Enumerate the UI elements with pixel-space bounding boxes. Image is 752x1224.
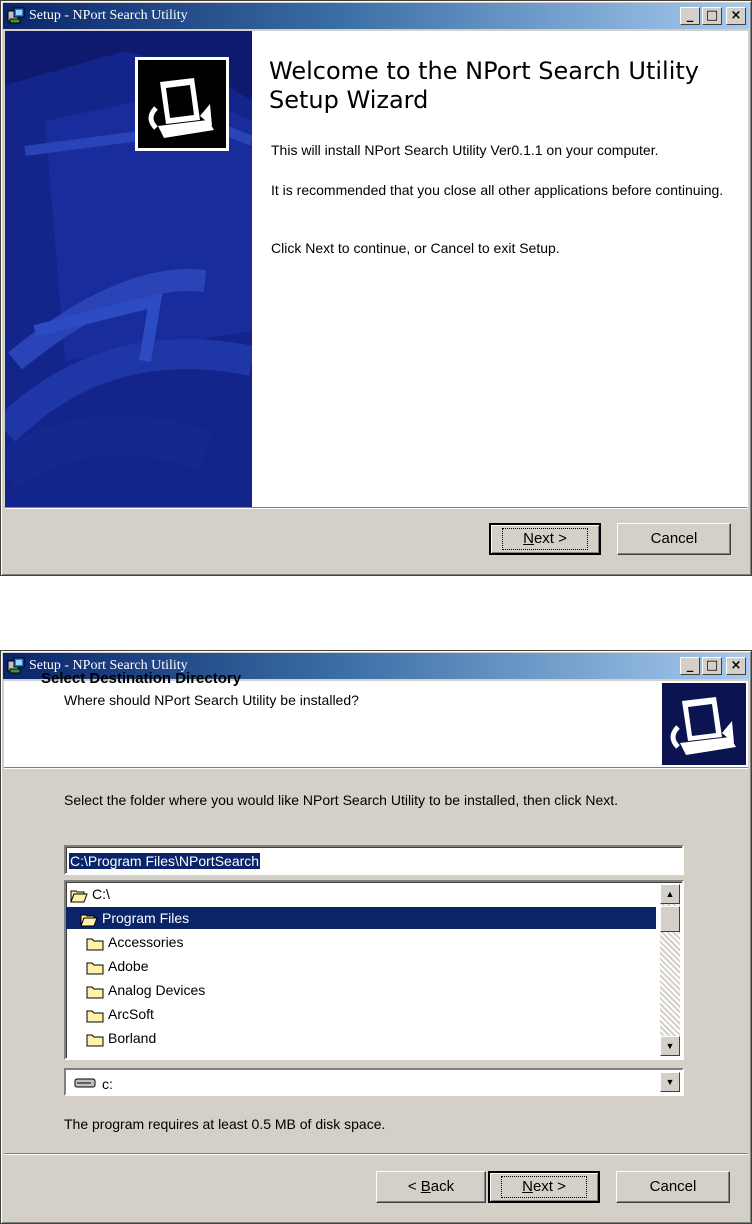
maximize-icon[interactable]: □ [702, 657, 722, 675]
disk-space-text: The program requires at least 0.5 MB of … [64, 1116, 386, 1132]
next-button[interactable]: Next > [488, 1171, 600, 1203]
folder-label: Adobe [108, 958, 149, 974]
folder-icon [86, 935, 104, 951]
vertical-scrollbar[interactable]: ▲ ▼ [660, 884, 680, 1056]
folder-icon [86, 1055, 104, 1058]
divider [4, 767, 748, 769]
folder-icon [86, 959, 104, 975]
list-item[interactable]: Adobe [86, 955, 148, 977]
next-button[interactable]: Next > [489, 523, 601, 555]
drive-label: c: [102, 1076, 113, 1092]
drive-icon [74, 1076, 96, 1092]
close-icon[interactable]: × [726, 7, 746, 25]
divider [4, 1153, 748, 1155]
cancel-button[interactable]: Cancel [616, 1171, 730, 1203]
setup-logo-icon [135, 57, 229, 151]
divider [5, 507, 747, 509]
page-title: Select Destination Directory [41, 670, 242, 687]
title-bar[interactable]: Setup - NPort Search Utility _ □ × [3, 3, 749, 29]
list-item-partial [86, 1051, 108, 1058]
folder-tree-list[interactable]: C:\ Program Files Accessories Adobe Anal… [64, 880, 684, 1060]
cancel-button[interactable]: Cancel [617, 523, 731, 555]
minimize-icon[interactable]: _ [680, 657, 700, 675]
folder-label: ArcSoft [108, 1006, 154, 1022]
list-item[interactable]: C:\ [70, 883, 110, 905]
list-item[interactable]: Borland [86, 1027, 156, 1049]
folder-icon [86, 983, 104, 999]
instruction-text: Select the folder where you would like N… [64, 792, 619, 808]
folder-label: Program Files [102, 910, 190, 926]
list-item-selected[interactable]: Program Files [66, 907, 656, 929]
folder-label: Accessories [108, 934, 184, 950]
scrollbar-thumb[interactable] [660, 906, 680, 932]
folder-label: Analog Devices [108, 982, 206, 998]
scroll-up-icon[interactable]: ▲ [660, 884, 680, 904]
folder-icon [86, 1007, 104, 1023]
continue-text: Click Next to continue, or Cancel to exi… [271, 240, 560, 256]
setup-app-icon [7, 657, 25, 675]
path-value: C:\Program Files\NPortSearch [69, 853, 261, 869]
destination-path-input[interactable]: C:\Program Files\NPortSearch [64, 845, 684, 875]
dropdown-arrow-icon[interactable]: ▼ [660, 1072, 680, 1092]
wizard-side-graphic [5, 31, 252, 507]
setup-logo-icon [662, 683, 746, 765]
drive-select[interactable]: c: ▼ [64, 1068, 684, 1096]
window-title: Setup - NPort Search Utility [29, 8, 188, 23]
welcome-heading: Welcome to the NPort Search Utility Setu… [269, 57, 699, 114]
list-item[interactable]: ArcSoft [86, 1003, 154, 1025]
open-folder-icon [70, 887, 88, 903]
setup-app-icon [7, 7, 25, 25]
close-apps-text: It is recommended that you close all oth… [271, 182, 724, 198]
install-info-text: This will install NPort Search Utility V… [271, 142, 659, 158]
open-folder-icon [80, 911, 98, 927]
minimize-icon[interactable]: _ [680, 7, 700, 25]
scroll-down-icon[interactable]: ▼ [660, 1036, 680, 1056]
setup-welcome-window: Setup - NPort Search Utility _ □ × Welco… [0, 0, 752, 576]
folder-label: Borland [108, 1030, 157, 1046]
folder-icon [86, 1031, 104, 1047]
folder-label: C:\ [92, 886, 110, 902]
list-item[interactable]: Accessories [86, 931, 183, 953]
back-button[interactable]: < Back [376, 1171, 486, 1203]
list-item[interactable]: Analog Devices [86, 979, 205, 1001]
maximize-icon[interactable]: □ [702, 7, 722, 25]
close-icon[interactable]: × [726, 657, 746, 675]
page-subtitle: Where should NPort Search Utility be ins… [64, 692, 359, 708]
